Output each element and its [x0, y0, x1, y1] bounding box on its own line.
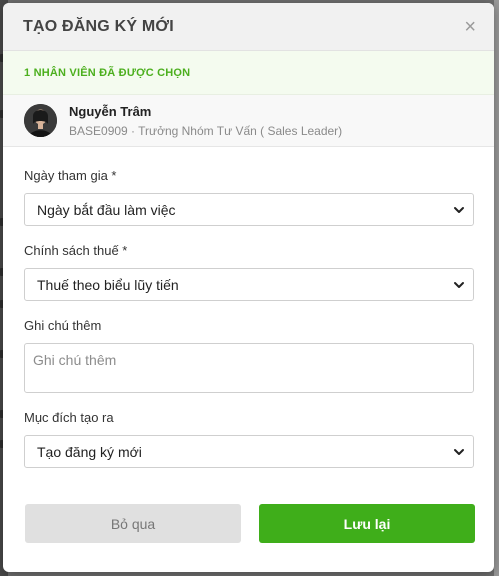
- tax-policy-value: Thuế theo biểu lũy tiến: [37, 276, 179, 293]
- employee-info: Nguyễn Trâm BASE0909 · Trưởng Nhóm Tư Vấ…: [69, 104, 342, 138]
- close-icon[interactable]: ×: [464, 17, 476, 37]
- purpose-value: Tạo đăng ký mới: [37, 443, 142, 460]
- cancel-button[interactable]: Bỏ qua: [25, 504, 241, 543]
- join-date-select[interactable]: Ngày bắt đầu làm việc: [24, 193, 474, 226]
- chevron-down-icon: [454, 281, 464, 288]
- note-field: Ghi chú thêm Ghi chú thêm: [24, 318, 474, 393]
- avatar-image: [24, 104, 57, 137]
- purpose-select[interactable]: Tạo đăng ký mới: [24, 435, 474, 468]
- join-date-field: Ngày tham gia * Ngày bắt đầu làm việc: [24, 168, 474, 226]
- modal-header: TẠO ĐĂNG KÝ MỚI ×: [3, 3, 494, 51]
- note-label: Ghi chú thêm: [24, 318, 102, 333]
- tax-policy-select[interactable]: Thuế theo biểu lũy tiến: [24, 268, 474, 301]
- avatar: [24, 104, 57, 137]
- note-placeholder: Ghi chú thêm: [33, 352, 117, 368]
- modal-title: TẠO ĐĂNG KÝ MỚI: [23, 17, 174, 35]
- chevron-down-icon: [454, 206, 464, 213]
- purpose-label: Mục đích tạo ra: [24, 410, 114, 425]
- tax-policy-label: Chính sách thuế *: [24, 243, 128, 258]
- registration-form: Ngày tham gia * Ngày bắt đầu làm việc Ch…: [3, 147, 494, 468]
- chevron-down-icon: [454, 448, 464, 455]
- employee-subtitle: BASE0909 · Trưởng Nhóm Tư Vấn ( Sales Le…: [69, 123, 343, 138]
- selection-banner: 1 NHÂN VIÊN ĐÃ ĐƯỢC CHỌN: [3, 51, 494, 95]
- selected-employee: Nguyễn Trâm BASE0909 · Trưởng Nhóm Tư Vấ…: [3, 95, 494, 147]
- create-registration-modal: TẠO ĐĂNG KÝ MỚI × 1 NHÂN VIÊN ĐÃ ĐƯỢC CH…: [3, 3, 494, 572]
- note-textarea[interactable]: Ghi chú thêm: [24, 343, 474, 393]
- join-date-label: Ngày tham gia *: [24, 168, 117, 183]
- save-button[interactable]: Lưu lại: [259, 504, 475, 543]
- tax-policy-field: Chính sách thuế * Thuế theo biểu lũy tiế…: [24, 243, 474, 301]
- join-date-value: Ngày bắt đầu làm việc: [37, 201, 176, 218]
- modal-actions: Bỏ qua Lưu lại: [25, 504, 475, 543]
- employee-name: Nguyễn Trâm: [69, 103, 152, 119]
- selected-count-text: 1 NHÂN VIÊN ĐÃ ĐƯỢC CHỌN: [24, 66, 191, 79]
- purpose-field: Mục đích tạo ra Tạo đăng ký mới: [24, 410, 474, 468]
- background-scrollbar: [494, 0, 499, 576]
